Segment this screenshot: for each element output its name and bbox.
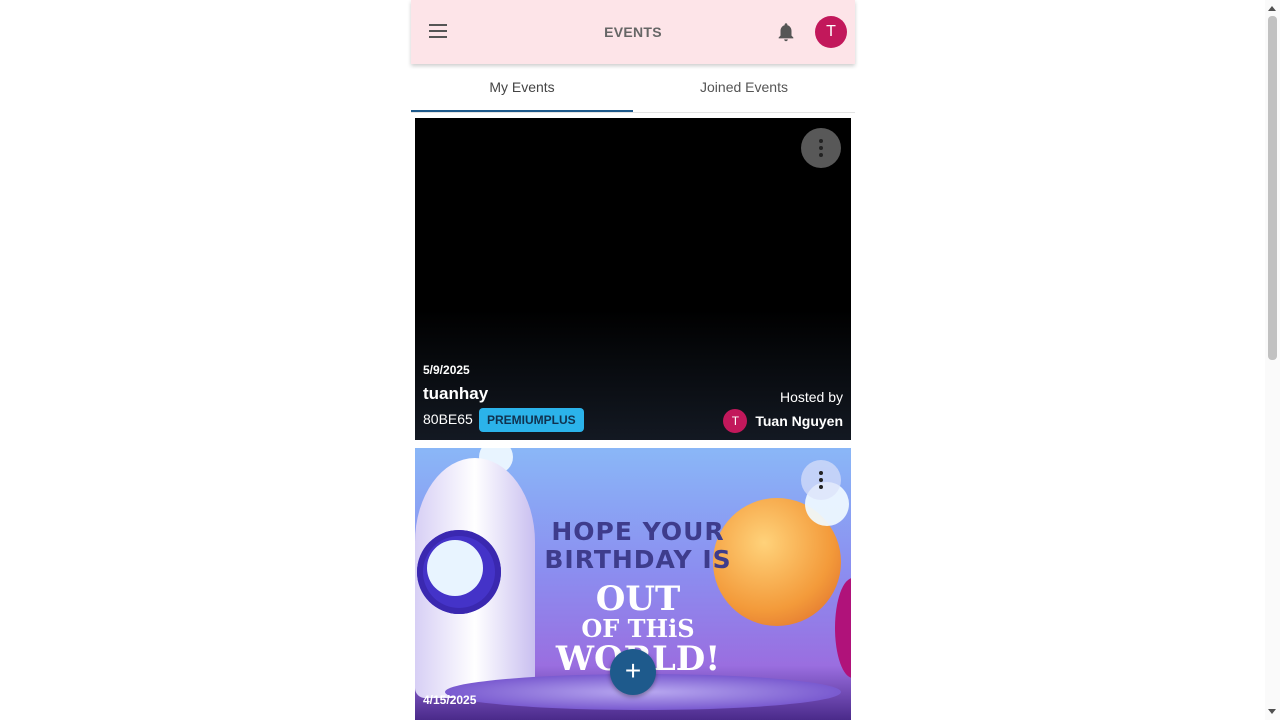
scroll-down-arrow-icon[interactable] [1268,709,1276,714]
notifications-bell-icon[interactable] [775,20,797,44]
hosted-by-label: Hosted by [779,389,843,405]
scrollbar-thumb[interactable] [1268,16,1277,360]
top-app-bar: EVENTS T [411,0,855,64]
event-date: 5/9/2025 [423,363,470,377]
plan-badge: PREMIUMPLUS [479,408,584,432]
birthday-line: OUT [595,579,681,619]
planet-illustration [835,578,851,678]
user-avatar[interactable]: T [815,16,847,48]
add-event-button[interactable]: + [610,649,656,695]
rocket-window [417,530,501,614]
tab-joined-events[interactable]: Joined Events [633,64,855,112]
birthday-line: HOPE YOUR [551,517,725,546]
host-avatar: T [723,409,748,433]
scroll-up-arrow-icon[interactable] [1268,6,1276,11]
event-tabs: My Events Joined Events [411,64,855,113]
event-card[interactable]: 5/9/2025 tuanhay 80BE65 PREMIUMPLUS Host… [415,118,851,440]
event-name: tuanhay [423,384,489,403]
tab-my-events[interactable]: My Events [411,64,633,112]
more-options-icon[interactable] [801,460,841,500]
host-info: T Tuan Nguyen [723,409,843,433]
event-date: 4/15/2025 [423,693,477,707]
host-name: Tuan Nguyen [755,413,843,429]
more-options-icon[interactable] [801,128,841,168]
page-scrollbar[interactable] [1265,0,1280,720]
event-code: 80BE65 [423,411,473,427]
rocket-illustration [415,458,535,698]
birthday-line: BIRTHDAY IS [544,545,732,574]
events-app: EVENTS T My Events Joined Events 5/9/202… [411,0,855,720]
